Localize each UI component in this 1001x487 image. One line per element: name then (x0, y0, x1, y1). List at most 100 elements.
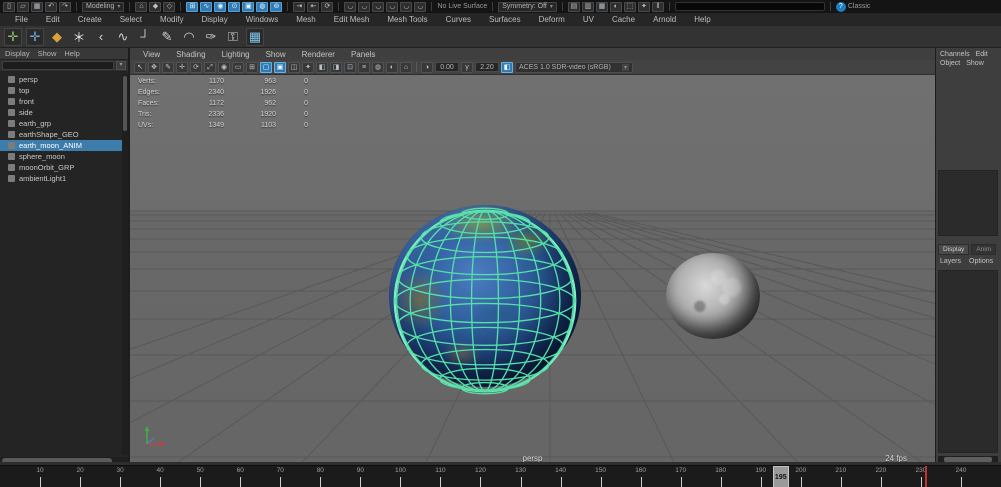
shadows-toggle-icon[interactable]: ◧ (316, 61, 328, 73)
moon-sphere[interactable] (666, 253, 760, 339)
menu-edit-mesh[interactable]: Edit Mesh (325, 15, 379, 24)
redo-icon[interactable]: ↷ (59, 1, 71, 12)
isolate-select-icon[interactable]: ◍ (372, 61, 384, 73)
rotate-tool-icon[interactable]: ⟳ (190, 61, 202, 73)
list-item[interactable]: persp (0, 74, 128, 85)
exposure-field[interactable]: 0.00 (435, 62, 459, 72)
wireframe-mode-icon[interactable]: ▢ (260, 61, 272, 73)
snap-together-icon[interactable]: ⊚ (270, 1, 283, 12)
render-sequence-icon[interactable]: ▦ (595, 1, 608, 12)
color-management-icon[interactable]: ◧ (501, 61, 513, 73)
list-item[interactable]: ambientLight1 (0, 173, 128, 184)
command-line-input[interactable] (674, 2, 825, 11)
menu-arnold[interactable]: Arnold (644, 15, 685, 24)
magnet-curve-icon[interactable]: ◡ (358, 1, 371, 12)
bezier-curve-tool-icon[interactable]: ┘ (136, 28, 154, 46)
outliner-vertical-scrollbar[interactable] (122, 74, 128, 455)
new-scene-icon[interactable]: ▯ (3, 1, 15, 12)
menu-mesh-tools[interactable]: Mesh Tools (378, 15, 436, 24)
list-item[interactable]: earth_grp (0, 118, 128, 129)
magnet-plane-icon[interactable]: ◡ (386, 1, 399, 12)
channel-box-menu-show[interactable]: Show (966, 60, 984, 67)
snap-point-icon[interactable]: ◉ (214, 1, 227, 12)
current-time-marker[interactable]: 195 (772, 466, 789, 487)
menu-mesh[interactable]: Mesh (287, 15, 325, 24)
input-connections-icon[interactable]: ⇥ (293, 1, 306, 12)
outliner-menu-display[interactable]: Display (5, 49, 30, 58)
xyz-snap-manipulator-icon[interactable]: ✛ (26, 27, 44, 46)
menu-display[interactable]: Display (193, 15, 237, 24)
light-editor-icon[interactable]: ✦ (637, 1, 650, 12)
select-tool-icon[interactable]: ↖ (134, 61, 146, 73)
menu-cache[interactable]: Cache (603, 15, 644, 24)
layer-list[interactable] (938, 270, 998, 453)
ep-curve-tool-icon[interactable]: ＊ (70, 28, 88, 46)
xyz-manipulator-icon[interactable]: ✛ (4, 27, 22, 46)
menu-windows[interactable]: Windows (237, 15, 287, 24)
layer-tab-anim[interactable]: Anim (971, 244, 997, 255)
paint-select-icon[interactable]: ✎ (162, 61, 174, 73)
image-plane-icon[interactable]: ▦ (246, 27, 264, 46)
undo-icon[interactable]: ↶ (45, 1, 57, 12)
live-surface-label[interactable]: No Live Surface (437, 3, 487, 10)
layer-menu-layers[interactable]: Layers (940, 258, 961, 265)
menuset-dropdown[interactable]: Modeling ▾ (82, 1, 125, 12)
magnet-center-icon[interactable]: ◡ (414, 1, 427, 12)
hypershade-icon[interactable]: ◐ (609, 1, 622, 12)
save-scene-icon[interactable]: ▦ (31, 1, 43, 12)
list-item[interactable]: side (0, 107, 128, 118)
panel-menu-shading[interactable]: Shading (169, 50, 212, 59)
list-item[interactable]: moonOrbit_GRP (0, 162, 128, 173)
angle-curve-icon[interactable]: ‹ (92, 28, 110, 46)
channel-box-menu-channels[interactable]: Channels (940, 51, 970, 58)
screen-space-ao-icon[interactable]: ◨ (330, 61, 342, 73)
list-item[interactable]: earth_moon_ANIM (0, 140, 128, 151)
snap-icon[interactable]: ◉ (218, 61, 230, 73)
render-settings-icon[interactable]: ⬚ (623, 1, 636, 12)
lasso-tool-icon[interactable]: ✥ (148, 61, 160, 73)
scrollbar-thumb[interactable] (123, 76, 127, 131)
make-live-icon[interactable]: ◍ (256, 1, 269, 12)
menu-deform[interactable]: Deform (530, 15, 574, 24)
panel-menu-show[interactable]: Show (259, 50, 293, 59)
panel-menu-panels[interactable]: Panels (344, 50, 382, 59)
panel-menu-renderer[interactable]: Renderer (295, 50, 342, 59)
ipr-render-icon[interactable]: ▥ (581, 1, 594, 12)
outliner-filter-icon[interactable]: ▾ (116, 61, 126, 70)
panel-menu-lighting[interactable]: Lighting (215, 50, 257, 59)
shaded-mode-icon[interactable]: ▣ (274, 61, 286, 73)
view-transform-dropdown[interactable]: ACES 1.0 SDR-video (sRGB) ▾ (515, 61, 633, 73)
cv-curve-tool-icon[interactable]: ∿ (114, 28, 132, 46)
outliner-menu-show[interactable]: Show (38, 49, 57, 58)
exposure-icon[interactable]: ◑ (421, 61, 433, 73)
menu-surfaces[interactable]: Surfaces (480, 15, 530, 24)
xray-icon[interactable]: ◐ (386, 61, 398, 73)
lighting-toggle-icon[interactable]: ✦ (302, 61, 314, 73)
list-item[interactable]: front (0, 96, 128, 107)
panel-menu-view[interactable]: View (136, 50, 167, 59)
menu-create[interactable]: Create (69, 15, 111, 24)
select-object-icon[interactable]: ◆ (149, 1, 162, 12)
list-item[interactable]: top (0, 85, 128, 96)
output-connections-icon[interactable]: ⇤ (307, 1, 320, 12)
snap-view-plane-icon[interactable]: ▣ (242, 1, 255, 12)
select-hierarchy-icon[interactable]: ⌂ (135, 1, 148, 12)
textured-mode-icon[interactable]: ◫ (288, 61, 300, 73)
earth-sphere[interactable] (389, 205, 581, 395)
camera-lock-icon[interactable]: ▭ (232, 61, 244, 73)
magnet-view-icon[interactable]: ◡ (400, 1, 413, 12)
workspace-label[interactable]: Classic (848, 3, 871, 10)
menu-edit[interactable]: Edit (37, 15, 69, 24)
pencil-curve-tool-icon[interactable]: ✎ (158, 28, 176, 46)
list-item[interactable]: sphere_moon (0, 151, 128, 162)
knife-tool-icon[interactable]: ⚿ (224, 28, 242, 46)
menu-curves[interactable]: Curves (437, 15, 480, 24)
layer-tab-display[interactable]: Display (938, 244, 970, 255)
layer-menu-options[interactable]: Options (969, 258, 993, 265)
menu-file[interactable]: File (6, 15, 37, 24)
outliner-menu-help[interactable]: Help (64, 49, 79, 58)
scale-tool-icon[interactable]: ⤢ (204, 61, 216, 73)
locator-icon[interactable]: ◆ (48, 28, 66, 46)
gamma-icon[interactable]: γ (461, 61, 473, 73)
menu-help[interactable]: Help (685, 15, 719, 24)
